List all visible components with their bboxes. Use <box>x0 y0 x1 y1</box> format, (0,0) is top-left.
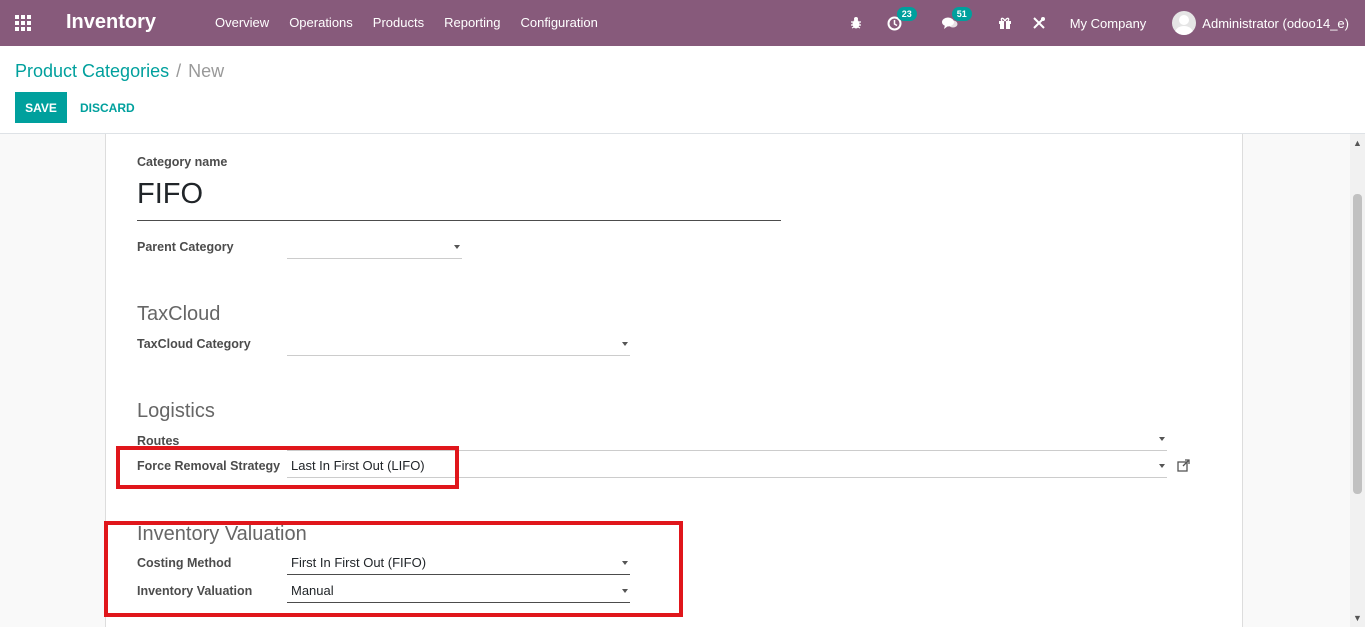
scroll-down-arrow-icon[interactable]: ▼ <box>1353 613 1362 623</box>
breadcrumb-current: New <box>188 61 225 81</box>
chevron-down-icon <box>454 245 460 249</box>
inventory-valuation-section-title: Inventory Valuation <box>137 523 307 545</box>
taxcloud-category-label: TaxCloud Category <box>137 337 251 351</box>
routes-many2many-field[interactable] <box>287 427 1167 451</box>
logistics-section-title: Logistics <box>137 400 215 422</box>
app-title[interactable]: Inventory <box>66 11 156 34</box>
chevron-down-icon <box>1159 437 1165 441</box>
category-name-input[interactable]: FIFO <box>137 174 781 221</box>
chevron-down-icon <box>1159 464 1165 468</box>
costing-method-value: First In First Out (FIFO) <box>291 555 427 570</box>
inventory-valuation-value: Manual <box>291 583 334 598</box>
menu-reporting[interactable]: Reporting <box>434 0 510 46</box>
menu-configuration[interactable]: Configuration <box>510 0 607 46</box>
breadcrumb-product-categories[interactable]: Product Categories <box>15 61 169 81</box>
chevron-down-icon <box>622 589 628 593</box>
main-menu: Overview Operations Products Reporting C… <box>205 0 608 46</box>
user-name: Administrator (odoo14_e) <box>1202 15 1349 31</box>
menu-overview[interactable]: Overview <box>205 0 279 46</box>
control-panel: Product Categories / New SAVE DISCARD <box>0 46 1365 134</box>
apps-menu-icon[interactable] <box>15 15 33 31</box>
menu-products[interactable]: Products <box>363 0 434 46</box>
activity-count-badge: 23 <box>896 6 917 21</box>
messages-chat-icon[interactable]: 51 <box>941 7 972 30</box>
activity-clock-icon[interactable]: 23 <box>887 6 917 31</box>
costing-method-select[interactable]: First In First Out (FIFO) <box>287 551 630 575</box>
chevron-down-icon <box>622 561 628 565</box>
form-view: Category name FIFO Parent Category TaxCl… <box>0 134 1365 627</box>
taxcloud-section-title: TaxCloud <box>137 303 221 325</box>
systray: 23 51 My Company Administrator (odoo14_e… <box>839 0 1365 46</box>
parent-category-label: Parent Category <box>137 240 234 254</box>
removal-strategy-select[interactable]: Last In First Out (LIFO) <box>287 454 1167 478</box>
gift-icon[interactable] <box>998 16 1012 30</box>
inventory-valuation-label: Inventory Valuation <box>137 584 253 598</box>
form-sheet: Category name FIFO Parent Category TaxCl… <box>105 134 1243 627</box>
removal-strategy-value: Last In First Out (LIFO) <box>291 458 425 473</box>
company-switcher[interactable]: My Company <box>1070 16 1147 31</box>
external-link-icon[interactable] <box>1177 459 1190 472</box>
breadcrumb-separator: / <box>176 61 182 81</box>
discard-button[interactable]: DISCARD <box>74 92 141 123</box>
inventory-valuation-select[interactable]: Manual <box>287 579 630 603</box>
scroll-up-arrow-icon[interactable]: ▲ <box>1353 138 1362 148</box>
routes-label: Routes <box>137 434 180 448</box>
user-menu[interactable]: Administrator (odoo14_e) <box>1172 11 1349 35</box>
scrollbar-thumb[interactable] <box>1353 194 1362 494</box>
removal-strategy-label: Force Removal Strategy <box>137 459 281 473</box>
vertical-scrollbar[interactable]: ▲ ▼ <box>1350 134 1365 627</box>
breadcrumb: Product Categories / New <box>15 61 224 82</box>
taxcloud-category-select[interactable] <box>287 332 630 356</box>
messages-count-badge: 51 <box>951 7 972 21</box>
parent-category-select[interactable] <box>287 235 462 259</box>
category-name-label: Category name <box>137 155 228 169</box>
debug-bug-icon[interactable] <box>849 16 863 30</box>
save-button[interactable]: SAVE <box>15 92 67 123</box>
chevron-down-icon <box>622 342 628 346</box>
avatar <box>1172 11 1197 35</box>
top-navbar: Inventory Overview Operations Products R… <box>0 0 1365 46</box>
tools-icon[interactable] <box>1032 16 1046 30</box>
menu-operations[interactable]: Operations <box>279 0 363 46</box>
costing-method-label: Costing Method <box>137 556 232 570</box>
